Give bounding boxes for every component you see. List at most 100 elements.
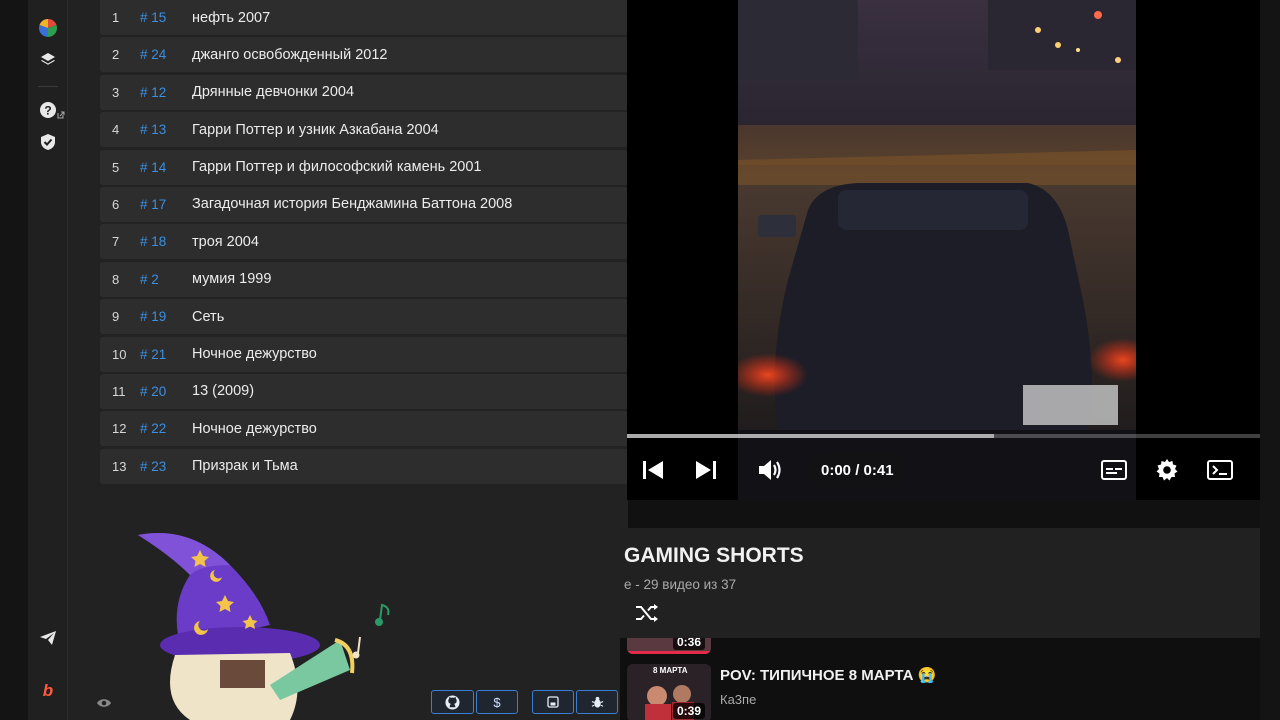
list-item-number: 9 [112,309,120,325]
rail-divider [38,86,58,87]
list-item-id[interactable]: # 19 [140,309,192,324]
list-item-title: 13 (2009) [192,383,255,400]
list-item[interactable]: 8 # 2 мумия 1999 [100,261,628,297]
list-item-number: 3 [112,84,120,100]
playlist-panel: GAMING SHORTS e - 29 видео из 37 0:36 8 … [620,528,1260,720]
list-item-number: 11 [112,383,126,399]
svg-text:b: b [43,681,53,699]
playlist-item-title[interactable]: POV: ТИПИЧНОЕ 8 МАРТА 😭 [720,666,936,684]
video-duration: 0:39 [672,703,705,719]
send-icon[interactable] [36,626,60,650]
bug-report-button[interactable] [576,690,618,714]
playlist-item-thumbnail[interactable]: 0:36 [627,638,711,654]
volume-button[interactable] [753,452,789,488]
list-item-title: Ночное дежурство [192,346,317,363]
miniplayer-button[interactable] [1202,452,1238,488]
list-item[interactable]: 6 # 17 Загадочная история Бенджамина Батто… [100,186,628,222]
list-item-number: 1 [112,10,120,25]
list-item-number: 6 [112,196,120,212]
list-item[interactable]: 9 # 19 Сеть [100,299,628,335]
playlist-items: 0:36 8 МАРТА 0:39 POV: ТИПИЧНОЕ 8 МАРТА … [620,638,1260,720]
list-item-title: Дрянные девчонки 2004 [192,84,355,101]
brand-b-icon[interactable]: b [36,678,60,702]
video-player[interactable]: 0:00 / 0:41 [627,0,1260,500]
list-item-id[interactable]: # 24 [140,47,192,62]
list-item-id[interactable]: # 12 [140,85,192,100]
window-border-right [1260,0,1280,720]
list-item-number: 4 [112,122,120,138]
miniplayer-icon [1207,460,1233,480]
list-item[interactable]: 10 # 21 Ночное дежурство [100,336,628,372]
list-item-number: 13 [112,458,127,474]
window-border-left [0,0,28,720]
list-item-title: нефть 2007 [192,9,271,26]
volume-icon [759,460,781,480]
save-icon [547,696,559,708]
list-item-id[interactable]: # 23 [140,459,192,474]
list-item-title: Сеть [192,308,225,325]
list-item[interactable]: 4 # 13 Гарри Поттер и узник Азкабана 2004 [100,112,628,148]
dollar-label: $ [493,694,501,710]
list-item[interactable]: 12 # 22 Ночное дежурство [100,411,628,447]
list-item-id[interactable]: # 14 [140,160,192,175]
list-item-id[interactable]: # 13 [140,122,192,137]
pie-chart-icon[interactable] [36,16,60,40]
seek-bar-fill [627,434,995,438]
list-item-number: 7 [112,234,120,250]
shield-icon[interactable] [36,130,60,154]
video-frame [738,0,1136,500]
seek-bar[interactable] [627,434,1260,438]
list-item-number: 5 [112,159,120,175]
list-item-title: Гарри Поттер и философский камень 2001 [192,159,482,176]
github-icon [445,694,460,710]
list-item[interactable]: 2 # 24 джанго освобожденный 2012 [100,37,628,73]
list-item[interactable]: 3 # 12 Дрянные девчонки 2004 [100,74,628,110]
shuffle-button[interactable] [634,602,660,629]
time-display: 0:00 / 0:41 [807,452,908,488]
subtitles-button[interactable] [1096,452,1132,488]
playlist-item-thumbnail[interactable]: 8 МАРТА 0:39 [627,664,711,720]
list-item[interactable]: 5 # 14 Гарри Поттер и философский камень 2… [100,149,628,185]
video-duration: 0:36 [672,638,705,650]
list-item-id[interactable]: # 21 [140,347,192,362]
list-item-number: 2 [112,47,120,63]
previous-button[interactable] [635,452,671,488]
github-button[interactable] [431,690,474,714]
list-item[interactable]: 13 # 23 Призрак и Тьма [100,448,628,484]
playlist-subtitle: e - 29 видео из 37 [624,577,737,592]
shuffle-icon [636,604,658,622]
next-button[interactable] [688,452,724,488]
list-item-id[interactable]: # 15 [140,10,192,25]
list-item-title: джанго освобожденный 2012 [192,46,388,63]
sidebar-rail: ? b [28,0,68,720]
donate-button[interactable]: $ [476,690,518,714]
external-link-icon [56,110,66,120]
list-item-title: Гарри Поттер и узник Азкабана 2004 [192,121,439,138]
playlist-title[interactable]: GAMING SHORTS [624,544,804,568]
list-item[interactable]: 11 # 20 13 (2009) [100,373,628,409]
eye-icon[interactable] [96,696,112,714]
movie-list: 1 # 15 нефть 2007 2 # 24 джанго освобожденный… [100,0,628,486]
list-item-title: Ночное дежурство [192,420,317,437]
thumbnail-caption: 8 МАРТА [653,666,688,675]
list-item[interactable]: 7 # 18 троя 2004 [100,224,628,260]
list-item-id[interactable]: # 2 [140,272,192,287]
playlist-item-channel[interactable]: Ка3пе [720,692,756,707]
bug-icon [591,696,603,708]
list-item-id[interactable]: # 17 [140,197,192,212]
gear-icon [1156,459,1178,481]
skip-previous-icon [643,461,663,479]
list-item-id[interactable]: # 22 [140,421,192,436]
watched-progress-bar [627,651,711,654]
list-item-id[interactable]: # 18 [140,234,192,249]
wizard-sticker [130,525,400,720]
list-item-title: троя 2004 [192,233,259,250]
svg-text:?: ? [44,104,51,118]
subtitles-icon [1101,460,1127,480]
list-item[interactable]: 1 # 15 нефть 2007 [100,0,628,35]
save-button[interactable] [532,690,574,714]
list-item-number: 8 [112,271,120,287]
list-item-id[interactable]: # 20 [140,384,192,399]
layers-icon[interactable] [36,48,60,72]
settings-button[interactable] [1149,452,1185,488]
